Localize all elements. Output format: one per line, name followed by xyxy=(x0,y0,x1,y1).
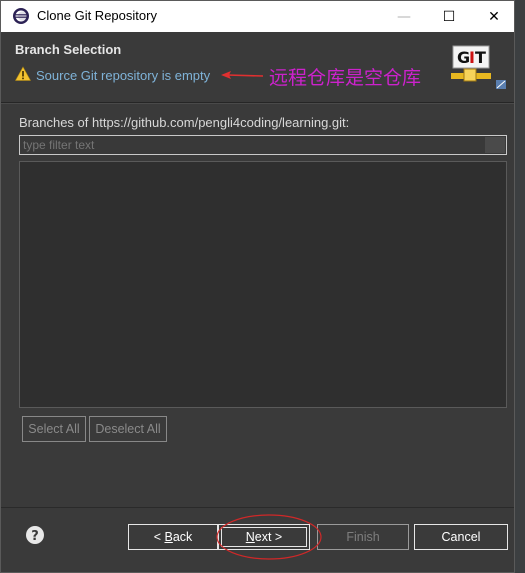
eclipse-icon xyxy=(13,8,29,24)
branch-filter-input[interactable] xyxy=(19,135,507,155)
branch-list[interactable] xyxy=(19,161,507,408)
wizard-header: Branch Selection Source Git repository i… xyxy=(1,32,514,102)
clone-git-repository-dialog: Clone Git Repository — ☐ ✕ Branch Select… xyxy=(0,0,515,573)
branches-label: Branches of https://github.com/pengli4co… xyxy=(19,115,350,130)
cancel-button[interactable]: Cancel xyxy=(414,524,508,550)
minimize-button[interactable]: — xyxy=(381,1,427,32)
filter-clear-button[interactable] xyxy=(485,137,505,153)
next-button[interactable]: Next > xyxy=(218,524,310,550)
background-app-panel xyxy=(515,0,525,573)
warning-triangle-icon xyxy=(15,66,31,81)
maximize-button[interactable]: ☐ xyxy=(426,1,472,32)
back-mnemonic: B xyxy=(164,530,173,544)
close-button[interactable]: ✕ xyxy=(471,1,517,32)
back-prefix: < xyxy=(153,530,165,544)
annotation-text: 远程仓库是空仓库 xyxy=(269,67,422,89)
annotation-arrow-icon xyxy=(221,71,264,79)
header-divider-highlight xyxy=(1,103,514,104)
back-button[interactable]: < Back xyxy=(128,524,218,550)
deselect-all-button[interactable]: Deselect All xyxy=(89,416,167,442)
footer-divider xyxy=(1,507,514,508)
svg-text:T: T xyxy=(475,48,486,67)
back-label-rest: ack xyxy=(172,530,193,544)
help-circle-icon[interactable]: ? xyxy=(25,525,45,545)
git-logo-icon: G I T xyxy=(451,45,506,89)
window-title: Clone Git Repository xyxy=(37,8,157,23)
select-all-button[interactable]: Select All xyxy=(22,416,86,442)
page-title: Branch Selection xyxy=(15,42,122,57)
warning-message: Source Git repository is empty xyxy=(36,68,211,83)
next-button-focus-ring xyxy=(221,527,307,547)
title-bar[interactable]: Clone Git Repository — ☐ ✕ xyxy=(1,1,514,32)
finish-button[interactable]: Finish xyxy=(317,524,409,550)
svg-text:?: ? xyxy=(31,529,39,544)
